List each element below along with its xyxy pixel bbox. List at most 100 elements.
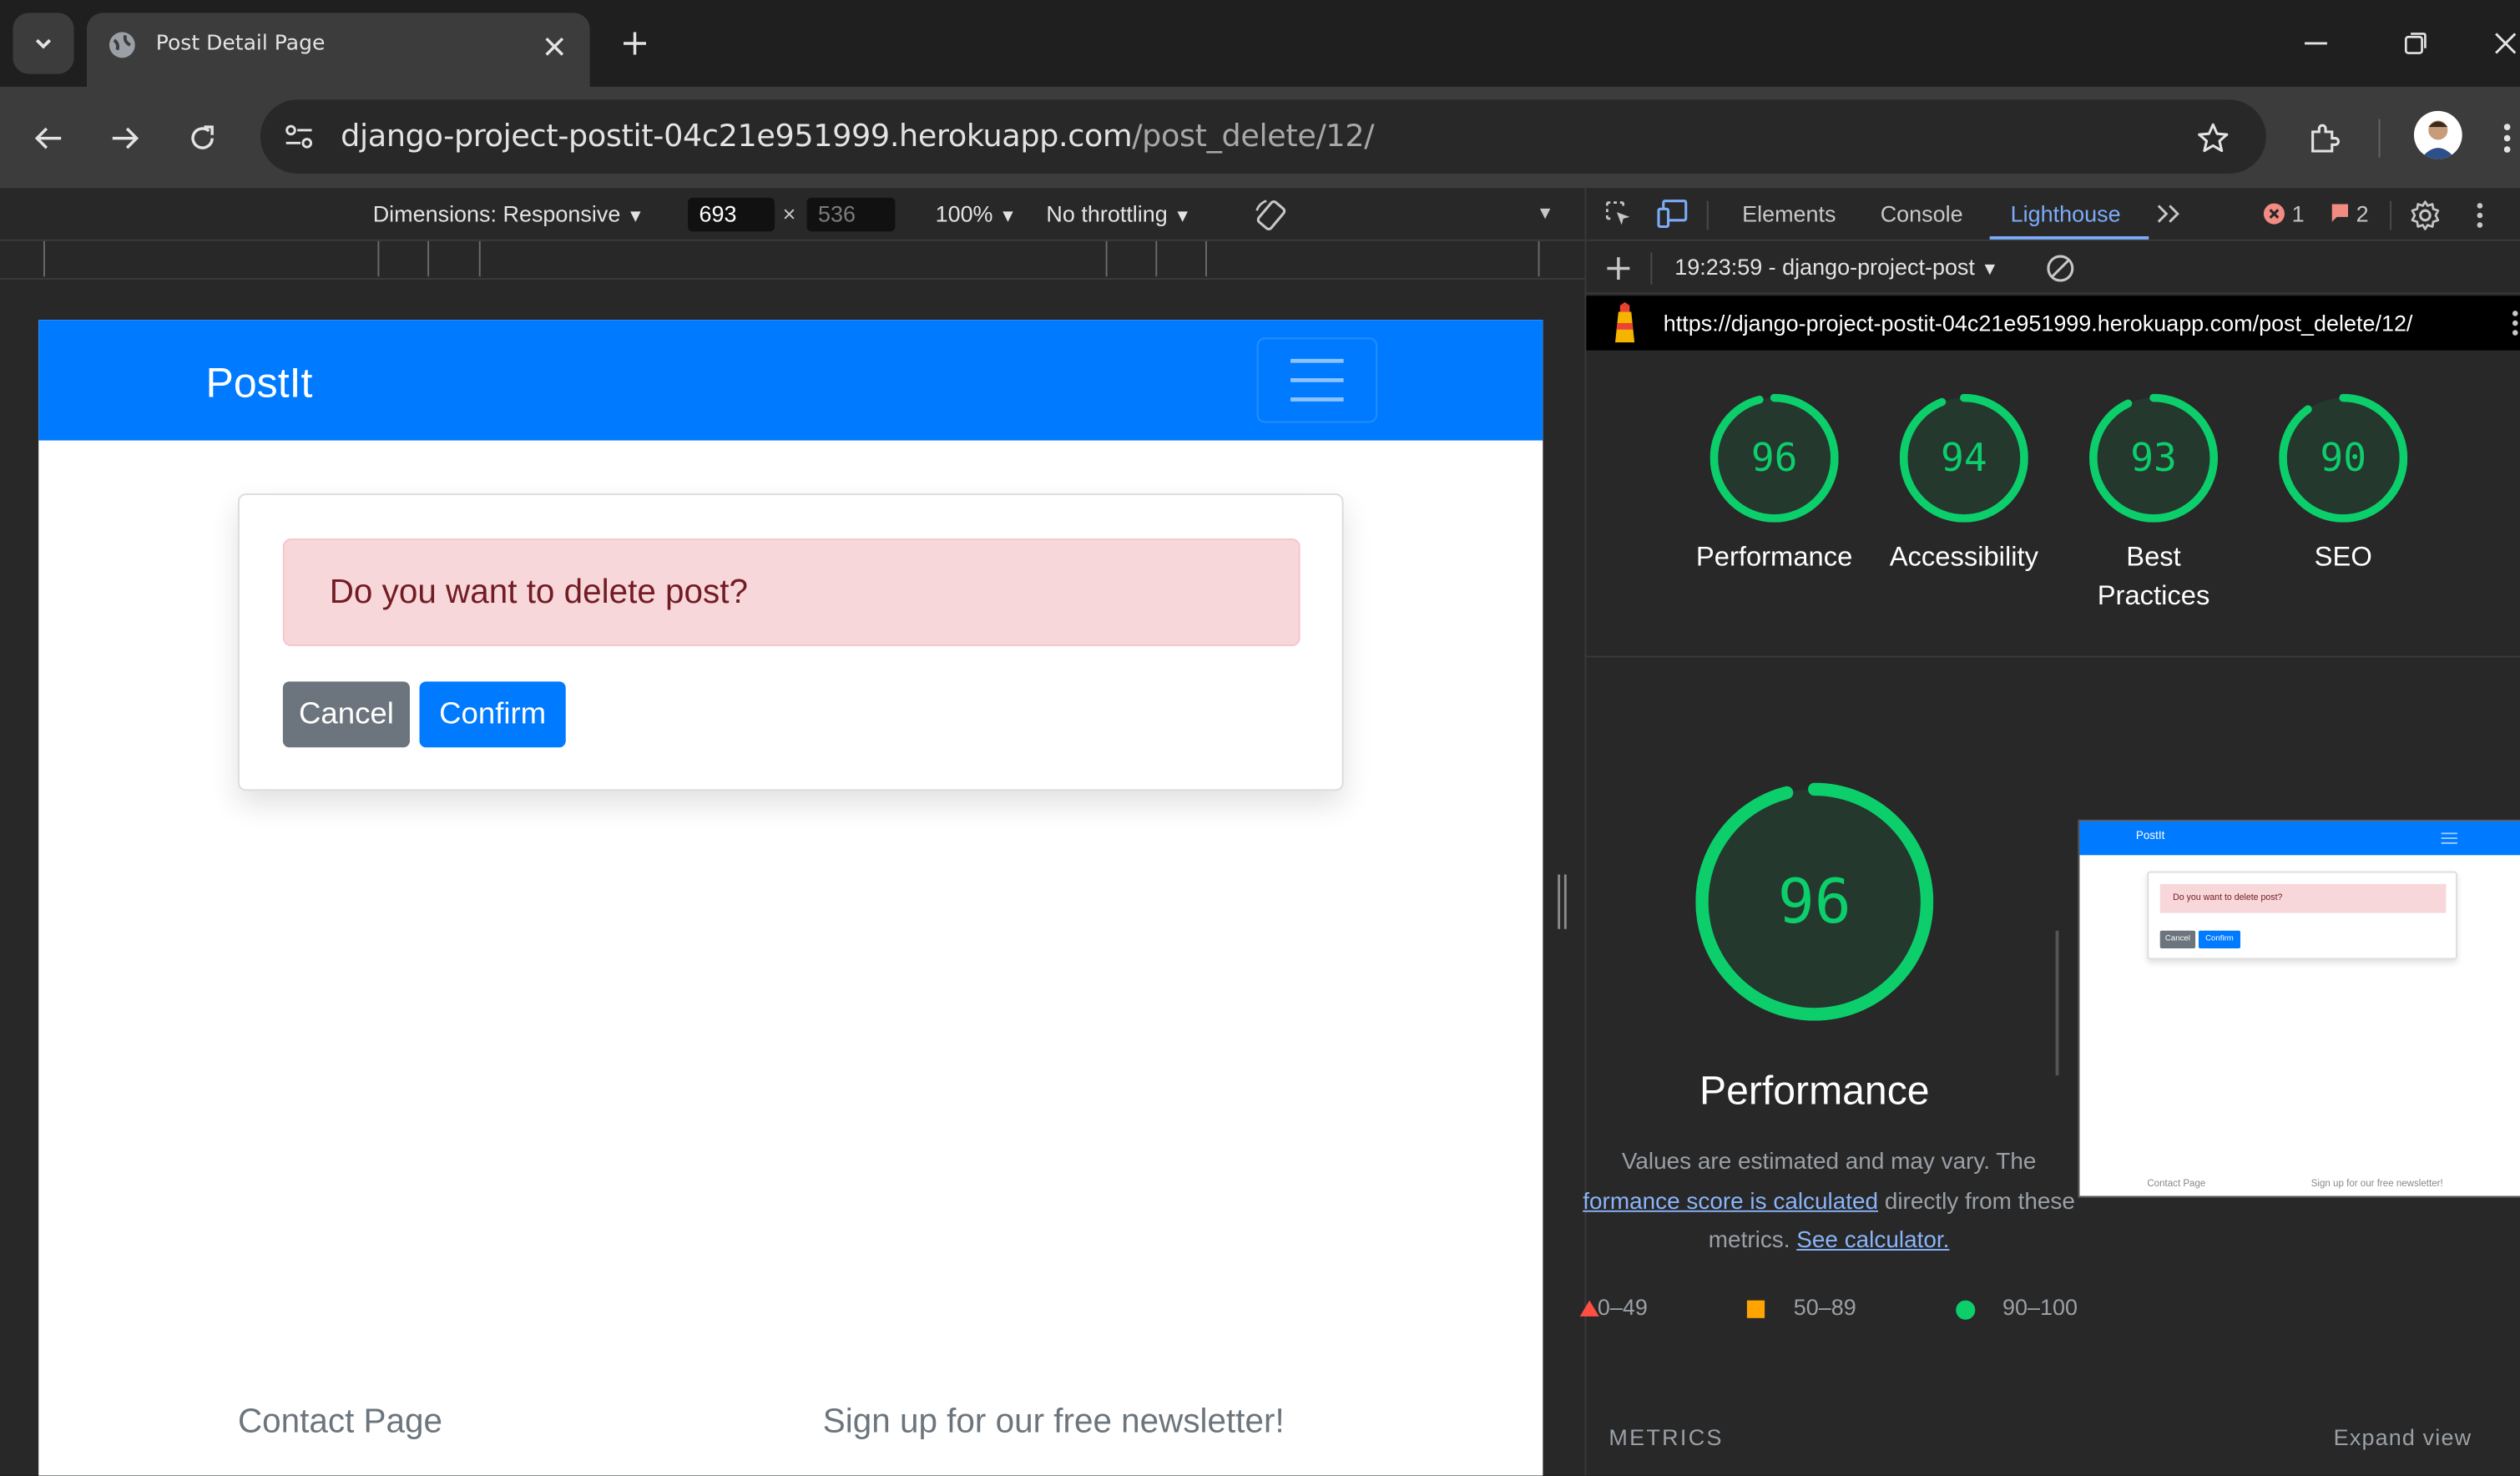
dimensions-dropdown[interactable]: Dimensions: Responsive ▼ xyxy=(373,201,644,227)
description-line-3: metrics. xyxy=(1708,1228,1790,1254)
description-line-2: directly from these xyxy=(1884,1188,2075,1215)
lighthouse-toolbar: 19:23:59 - django-project-post ▼ xyxy=(1586,241,2520,295)
throttling-dropdown[interactable]: No throttling ▼ xyxy=(1046,201,1191,227)
tab-title: Post Detail Page xyxy=(155,32,326,57)
browser-toolbar: django-project-postit-04c21e951999.herok… xyxy=(0,86,2520,189)
active-tab[interactable]: Post Detail Page xyxy=(86,13,590,87)
new-tab-icon[interactable] xyxy=(611,19,659,68)
report-menu-icon[interactable] xyxy=(2509,306,2520,341)
inspect-element-icon[interactable] xyxy=(1599,195,1638,233)
forward-icon[interactable] xyxy=(99,113,151,164)
thumb-card: Do you want to delete post? Cancel Confi… xyxy=(2147,871,2457,960)
device-toggle-icon[interactable] xyxy=(1654,195,1692,233)
gauge-label-performance: Performance xyxy=(1695,541,1853,573)
site-info-icon[interactable] xyxy=(280,118,318,156)
url-text: django-project-postit-04c21e951999.herok… xyxy=(341,119,1374,154)
performance-score: 96 xyxy=(1750,435,1798,481)
gauge-label-accessibility: Accessibility xyxy=(1889,541,2038,573)
navbar-toggler-button[interactable] xyxy=(1256,337,1378,423)
tab-search-button[interactable] xyxy=(13,13,74,74)
address-bar[interactable]: django-project-postit-04c21e951999.herok… xyxy=(260,99,2266,174)
close-tab-icon[interactable] xyxy=(537,29,572,64)
height-input[interactable]: 536 xyxy=(806,197,896,232)
bookmark-star-icon[interactable] xyxy=(2192,118,2234,159)
thumb-alert: Do you want to delete post? xyxy=(2159,883,2447,913)
confirm-button[interactable]: Confirm xyxy=(419,681,566,748)
back-icon[interactable] xyxy=(23,113,74,164)
reload-icon[interactable] xyxy=(177,113,229,164)
device-options-icon[interactable]: ▼ xyxy=(1537,205,1554,224)
report-selector-label: 19:23:59 - django-project-post xyxy=(1674,254,1975,281)
score-calculation-link[interactable]: formance score is calculated xyxy=(1583,1189,1878,1215)
close-window-icon[interactable] xyxy=(2494,19,2520,68)
legend-pass-icon xyxy=(1956,1300,1976,1320)
footer-contact-link[interactable]: Contact Page xyxy=(238,1403,442,1442)
navbar: PostIt xyxy=(38,320,1543,441)
lighthouse-logo-icon xyxy=(1608,301,1641,344)
tab-lighthouse[interactable]: Lighthouse xyxy=(2011,201,2121,227)
thumb-footer-contact: Contact Page xyxy=(2147,1180,2206,1190)
description-line-1: Values are estimated and may vary. The xyxy=(1621,1149,2037,1175)
throttling-label: No throttling xyxy=(1046,200,1168,227)
ruler-tick xyxy=(1205,240,1207,277)
ruler-tick xyxy=(377,240,380,277)
tab-console[interactable]: Console xyxy=(1881,201,1963,227)
devtools-menu-icon[interactable] xyxy=(2467,196,2492,235)
dropdown-arrow-icon: ▼ xyxy=(999,207,1017,227)
performance-description: Values are estimated and may vary. The f… xyxy=(1580,1143,2078,1261)
best-practices-score: 93 xyxy=(2130,435,2177,481)
issues-flag-icon[interactable] xyxy=(2327,201,2353,227)
extensions-icon[interactable] xyxy=(2298,113,2350,164)
legend-fail-icon xyxy=(1579,1300,1599,1317)
toolbar-divider xyxy=(1650,252,1653,285)
issues-count: 2 xyxy=(2356,200,2369,227)
toolbar-divider xyxy=(2378,119,2381,158)
dimensions-label: Dimensions: Responsive xyxy=(372,200,621,227)
profile-avatar[interactable] xyxy=(2413,110,2462,159)
cancel-button[interactable]: Cancel xyxy=(282,681,410,748)
main-performance-title: Performance xyxy=(1699,1069,1930,1115)
ruler-tick xyxy=(478,240,481,277)
url-path: /post_delete/12/ xyxy=(1132,119,1375,154)
thumb-cancel-button: Cancel xyxy=(2159,930,2196,948)
more-tabs-icon[interactable] xyxy=(2152,196,2184,231)
hamburger-icon xyxy=(1290,358,1344,402)
gauge-performance[interactable]: 96 xyxy=(1709,393,1839,523)
thumb-navbar: PostIt xyxy=(2079,821,2520,856)
see-calculator-link[interactable]: See calculator. xyxy=(1796,1228,1949,1254)
restore-icon[interactable] xyxy=(2391,19,2440,68)
thumb-brand: PostIt xyxy=(2135,831,2165,842)
legend-pass: 90–100 xyxy=(2002,1293,2078,1320)
error-count: 1 xyxy=(2291,200,2305,227)
devtools-resize-handle[interactable] xyxy=(1556,874,1568,929)
expand-view-toggle[interactable]: Expand view xyxy=(2334,1424,2472,1450)
report-url[interactable]: https://django-project-postit-04c21e9519… xyxy=(1664,311,2413,336)
panel-scrollbar[interactable] xyxy=(2055,930,2059,1076)
zoom-dropdown[interactable]: 100% ▼ xyxy=(936,201,1017,227)
devtools-tabbar: Elements Console Lighthouse 1 2 xyxy=(1586,188,2520,241)
error-count-icon[interactable] xyxy=(2261,201,2287,227)
footer-newsletter-link[interactable]: Sign up for our free newsletter! xyxy=(823,1403,1285,1442)
navbar-brand[interactable]: PostIt xyxy=(205,358,312,408)
more-menu-icon[interactable] xyxy=(2503,113,2520,164)
page-viewport: PostIt Do you want to delete post? Cance… xyxy=(38,320,1543,1476)
devtools-panel: Elements Console Lighthouse 1 2 19:23:59… xyxy=(1579,188,2520,1476)
final-screenshot-thumbnail[interactable]: PostIt Do you want to delete post? Cance… xyxy=(2078,819,2520,1198)
ruler-tick xyxy=(43,240,45,277)
gauge-best-practices[interactable]: 93 xyxy=(2089,393,2219,523)
accessibility-score: 94 xyxy=(1941,435,1987,481)
ruler-tick xyxy=(1538,240,1540,277)
gauge-accessibility[interactable]: 94 xyxy=(1899,393,2028,523)
tab-elements[interactable]: Elements xyxy=(1742,201,1836,227)
settings-gear-icon[interactable] xyxy=(2406,196,2444,235)
minimize-icon[interactable] xyxy=(2292,19,2341,68)
new-report-icon[interactable] xyxy=(1603,252,1635,285)
gauge-label-best-practices: Best Practices xyxy=(2097,541,2210,611)
device-toolbar: Dimensions: Responsive ▼ 693 × 536 100% … xyxy=(0,188,1585,241)
dimension-separator: × xyxy=(782,200,796,227)
gauge-seo[interactable]: 90 xyxy=(2279,393,2408,523)
width-input[interactable]: 693 xyxy=(688,197,775,232)
rotate-icon[interactable] xyxy=(1250,195,1292,236)
report-selector[interactable]: 19:23:59 - django-project-post ▼ xyxy=(1674,254,1998,280)
clear-reports-icon[interactable] xyxy=(2043,250,2078,286)
